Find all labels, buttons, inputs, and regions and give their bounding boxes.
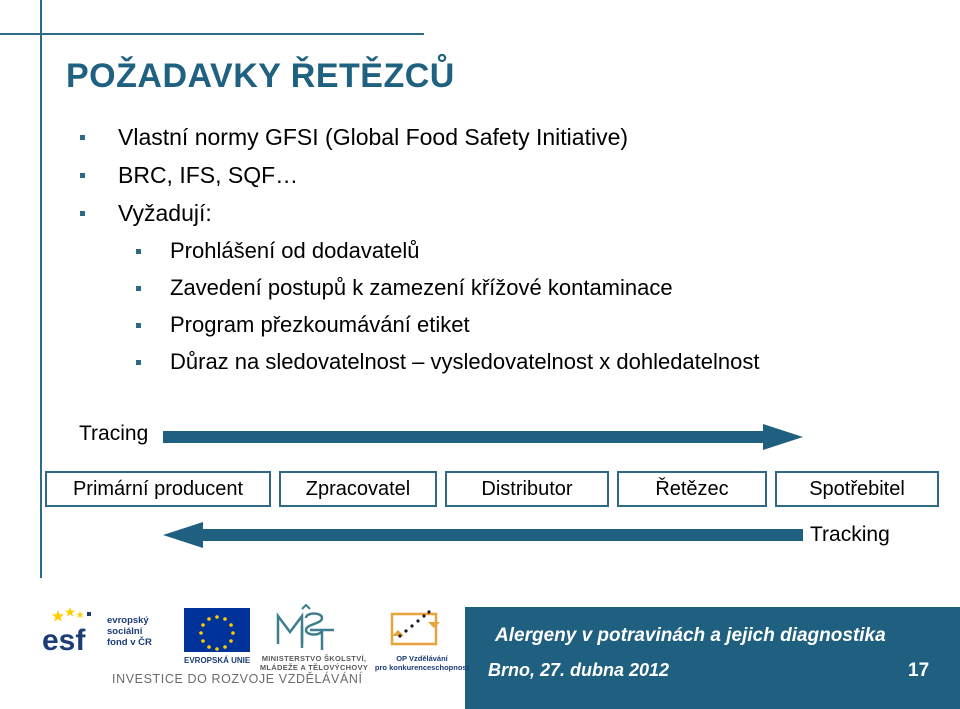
chain-boxes-row: Primární producent Zpracovatel Distribut…: [45, 471, 939, 507]
bullet-dot-icon: [80, 135, 85, 140]
bullet-dot-icon: [136, 249, 141, 254]
chain-box-label: Spotřebitel: [809, 477, 905, 500]
tracing-label: Tracing: [79, 422, 149, 445]
tracking-arrow-left-icon: [163, 522, 803, 548]
bullet-level2-item: Důraz na sledovatelnost – vysledovatelno…: [66, 343, 926, 380]
op-vzdelavani-logo: [384, 606, 446, 652]
footer-place-date: Brno, 27. dubna 2012: [488, 660, 670, 680]
bullet-list: Vlastní normy GFSI (Global Food Safety I…: [66, 118, 926, 380]
op-caption-line2: pro konkurenceschopnost: [374, 663, 470, 672]
op-vzdelavani-caption: OP Vzdělávání pro konkurenceschopnost: [368, 654, 476, 672]
msmt-caption-line1: MINISTERSTVO ŠKOLSTVÍ,: [261, 654, 367, 663]
esf-text-line2: sociální: [107, 625, 143, 637]
bullet-text: Vyžadují:: [118, 200, 212, 226]
esf-logo-text: evropský sociální fond v ČR: [107, 615, 152, 648]
chain-box-label: Primární producent: [72, 477, 244, 500]
bullet-text: Program přezkoumávání etiket: [170, 312, 470, 337]
chain-box-label: Distributor: [481, 477, 573, 500]
investice-tagline: INVESTICE DO ROZVOJE VZDĚLÁVÁNÍ: [112, 672, 363, 686]
bullet-text: Prohlášení od dodavatelů: [170, 238, 420, 263]
bullet-dot-icon: [80, 211, 85, 216]
svg-text:esf: esf: [42, 624, 86, 656]
eu-funding-logo-strip: esf evropský sociální fond v ČR EVROPSKÁ…: [32, 600, 469, 690]
bullet-level2-item: Prohlášení od dodavatelů: [66, 232, 926, 269]
msmt-caption-line2: MLÁDEŽE A TĚLOVÝCHOVY: [259, 663, 369, 672]
bullet-text: Zavedení postupů k zamezení křížové kont…: [170, 275, 673, 300]
bullet-dot-icon: [136, 286, 141, 291]
bullet-level1-item: Vlastní normy GFSI (Global Food Safety I…: [66, 118, 926, 156]
chain-box-consumer: Spotřebitel: [775, 471, 939, 507]
footer-band: [465, 607, 960, 709]
footer-course-title: Alergeny v potravinách a jejich diagnost…: [495, 625, 886, 646]
msmt-logo-icon: [276, 604, 334, 650]
chain-box-label: Zpracovatel: [305, 477, 411, 500]
msmt-logo-caption: MINISTERSTVO ŠKOLSTVÍ, MLÁDEŽE A TĚLOVÝC…: [254, 654, 374, 672]
eu-flag-logo: [184, 608, 250, 652]
op-caption-line1: OP Vzdělávání: [396, 654, 448, 663]
bullet-level2-item: Program přezkoumávání etiket: [66, 306, 926, 343]
bullet-level1-item: Vyžadují:: [66, 194, 926, 232]
decorative-vertical-rule: [40, 0, 42, 578]
decorative-horizontal-rule: [0, 33, 424, 35]
bullet-dot-icon: [136, 360, 141, 365]
slide-canvas: POŽADAVKY ŘETĚZCŮ Vlastní normy GFSI (Gl…: [0, 0, 960, 709]
chain-box-label: Řetězec: [655, 477, 729, 500]
op-vzdelavani-logo-icon: [390, 610, 440, 646]
page-title: POŽADAVKY ŘETĚZCŮ: [66, 57, 455, 95]
chain-box-retail-chain: Řetězec: [617, 471, 767, 507]
eu-logo-caption: EVROPSKÁ UNIE: [184, 656, 251, 665]
chain-box-processor: Zpracovatel: [279, 471, 437, 507]
tracing-arrow-right-icon: [163, 424, 803, 450]
eu-flag-icon: [184, 608, 250, 652]
msmt-logo: [272, 604, 342, 652]
esf-logo-icon: esf: [42, 607, 91, 656]
chain-box-primary-producer: Primární producent: [45, 471, 271, 507]
bullet-text: BRC, IFS, SQF…: [118, 162, 299, 188]
esf-logo: esf evropský sociální fond v ČR: [40, 606, 152, 656]
chain-box-distributor: Distributor: [445, 471, 609, 507]
bullet-dot-icon: [136, 323, 141, 328]
esf-text-line1: evropský: [107, 614, 149, 626]
bullet-level2-item: Zavedení postupů k zamezení křížové kont…: [66, 269, 926, 306]
bullet-level1-item: BRC, IFS, SQF…: [66, 156, 926, 194]
esf-text-line3: fond v ČR: [107, 636, 152, 648]
bullet-text: Důraz na sledovatelnost – vysledovatelno…: [170, 349, 760, 374]
bullet-text: Vlastní normy GFSI (Global Food Safety I…: [118, 124, 629, 150]
tracking-label: Tracking: [810, 523, 890, 546]
slide-page-number: 17: [908, 660, 930, 681]
bullet-dot-icon: [80, 173, 85, 178]
